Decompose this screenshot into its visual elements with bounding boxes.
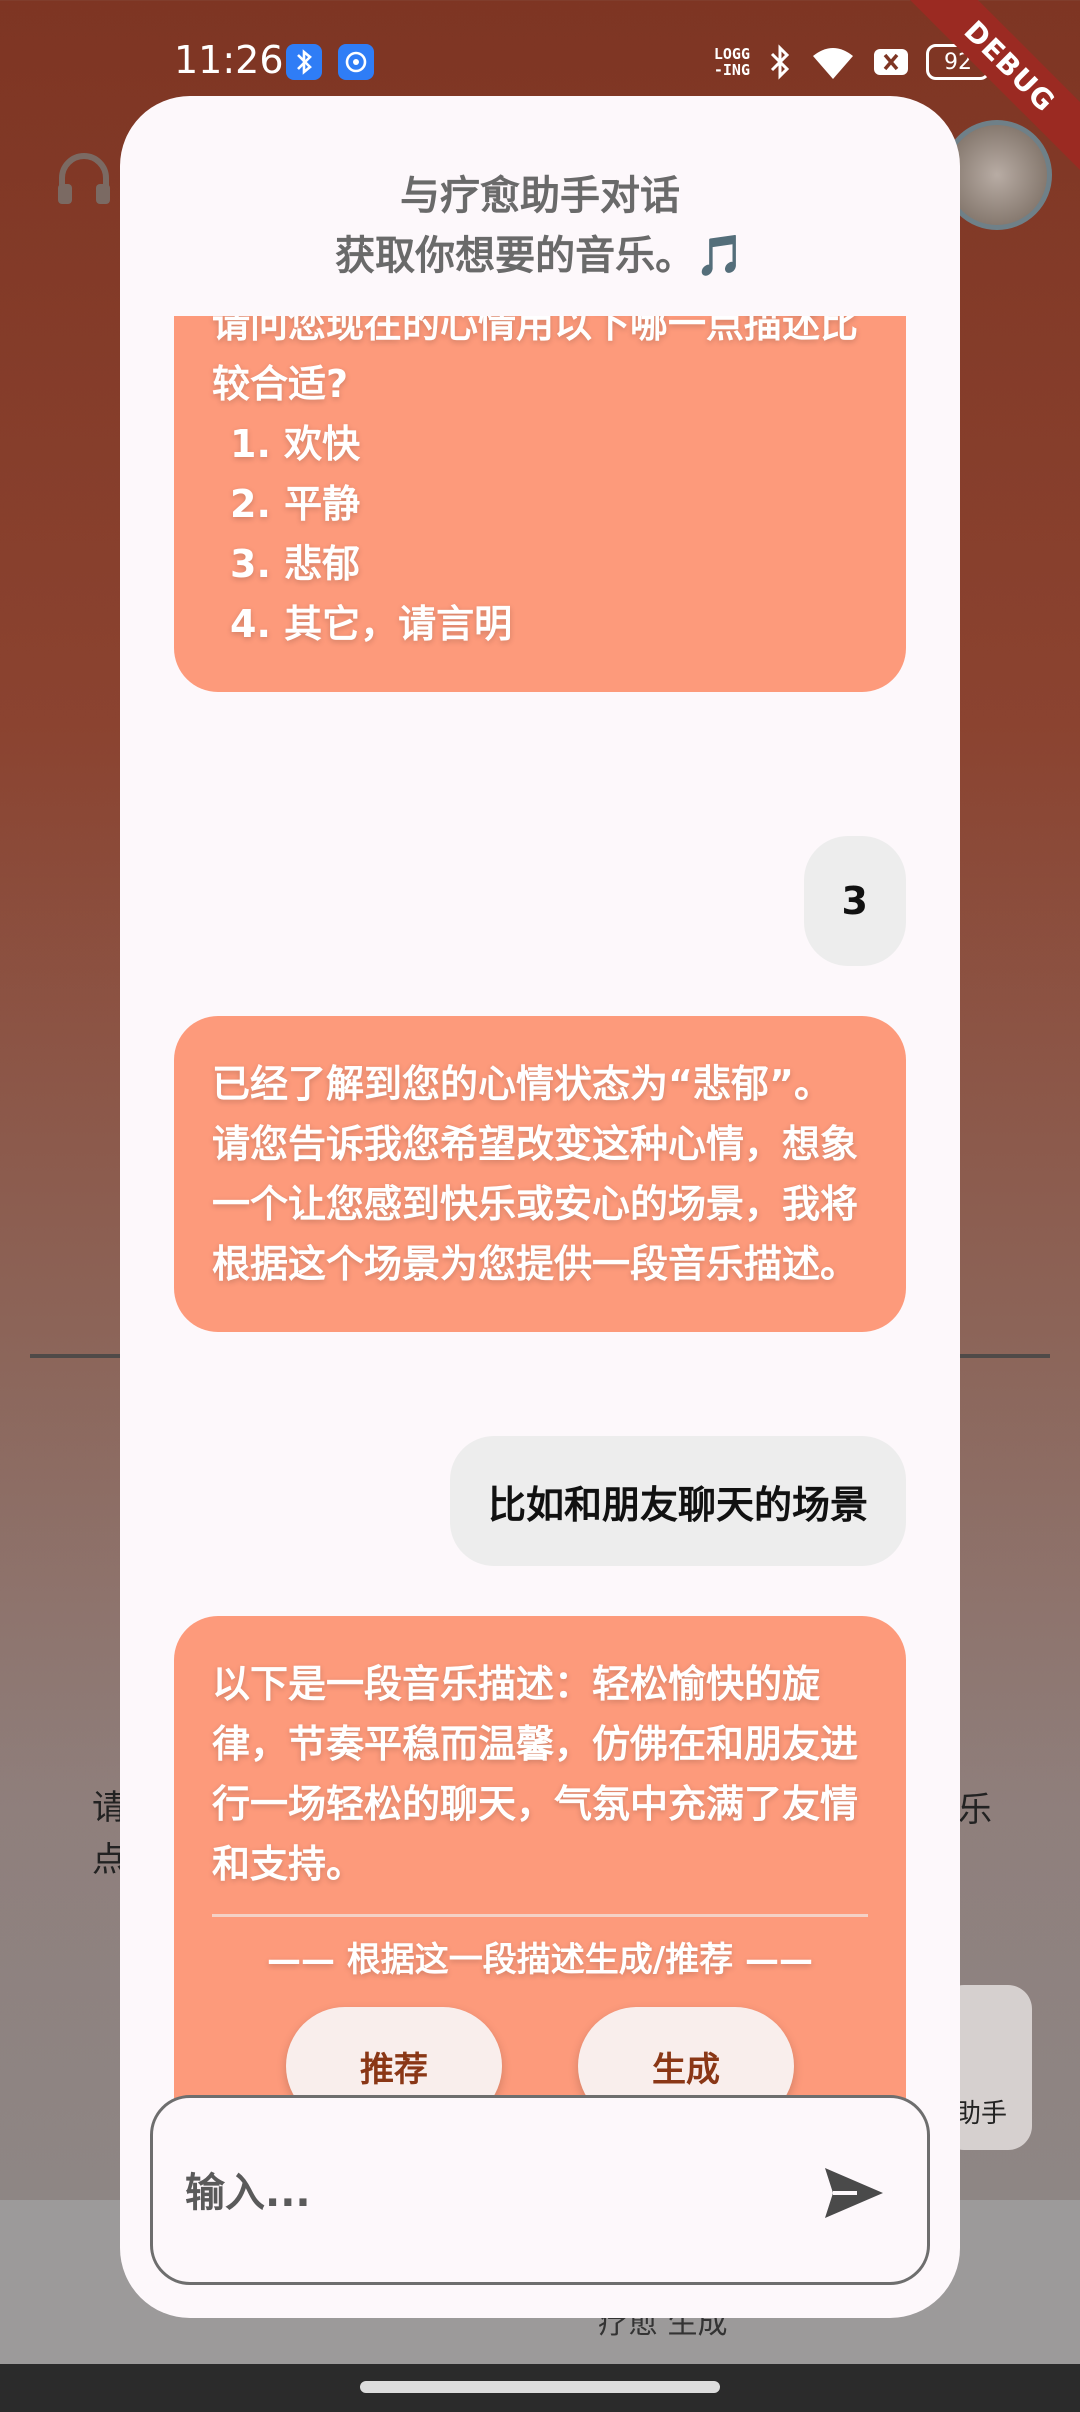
bot-message: 已经了解到您的心情状态为“悲郁”。请您告诉我您希望改变这种心情，想象一个让您感到…	[174, 1016, 906, 1332]
dialog-title: 与疗愈助手对话 获取你想要的音乐。🎵	[120, 166, 960, 286]
bot-message-text: 以下是一段音乐描述：轻松愉快的旋律，节奏平稳而温馨，仿佛在和朋友进行一场轻松的聊…	[212, 1662, 859, 1886]
status-time: 11:26	[174, 38, 284, 82]
gesture-handle[interactable]	[360, 2381, 720, 2393]
bot-message-text: 请问您现在的心情用以下哪一点描述比较合适?	[212, 316, 859, 406]
message-input[interactable]	[185, 2148, 785, 2238]
background-text-right: 乐	[958, 1790, 992, 1830]
list-item: 2. 平静	[230, 482, 361, 526]
bluetooth-status-icon	[770, 44, 790, 80]
action-hint: —— 根据这一段描述生成/推荐 ——	[266, 1940, 814, 1980]
dialog-title-line1: 与疗愈助手对话	[400, 173, 680, 219]
chat-dialog: 与疗愈助手对话 获取你想要的音乐。🎵 请问您现在的心情用以下哪一点描述比较合适?…	[120, 96, 960, 2318]
assistant-fab-label: 助手	[955, 2099, 1008, 2129]
logging-indicator: LOGG -ING	[713, 45, 750, 79]
list-item: 4. 其它，请言明	[230, 602, 513, 646]
app-notify-icon	[338, 44, 374, 80]
status-right-group: LOGG -ING 92	[714, 40, 990, 84]
headphone-icon	[58, 153, 110, 204]
user-message: 比如和朋友聊天的场景	[449, 1436, 906, 1566]
list-item: 1. 欢快	[230, 422, 361, 466]
wifi-icon	[813, 48, 853, 79]
bubble-divider	[212, 1914, 868, 1917]
user-message: 3	[803, 836, 906, 966]
message-input-box	[150, 2095, 930, 2285]
bot-message-with-actions: 以下是一段音乐描述：轻松愉快的旋律，节奏平稳而温馨，仿佛在和朋友进行一场轻松的聊…	[174, 1616, 906, 2173]
close-box-icon	[874, 49, 908, 75]
send-icon[interactable]	[821, 2160, 887, 2226]
list-item: 3. 悲郁	[230, 542, 361, 586]
chat-message-list[interactable]: 请问您现在的心情用以下哪一点描述比较合适? 1. 欢快 2. 平静 3. 悲郁 …	[120, 316, 960, 2180]
dialog-title-line2: 获取你想要的音乐。🎵	[335, 233, 745, 279]
bluetooth-icon	[286, 44, 322, 80]
bot-message: 请问您现在的心情用以下哪一点描述比较合适? 1. 欢快 2. 平静 3. 悲郁 …	[174, 316, 906, 692]
mood-option-list: 1. 欢快 2. 平静 3. 悲郁 4. 其它，请言明	[212, 414, 868, 654]
